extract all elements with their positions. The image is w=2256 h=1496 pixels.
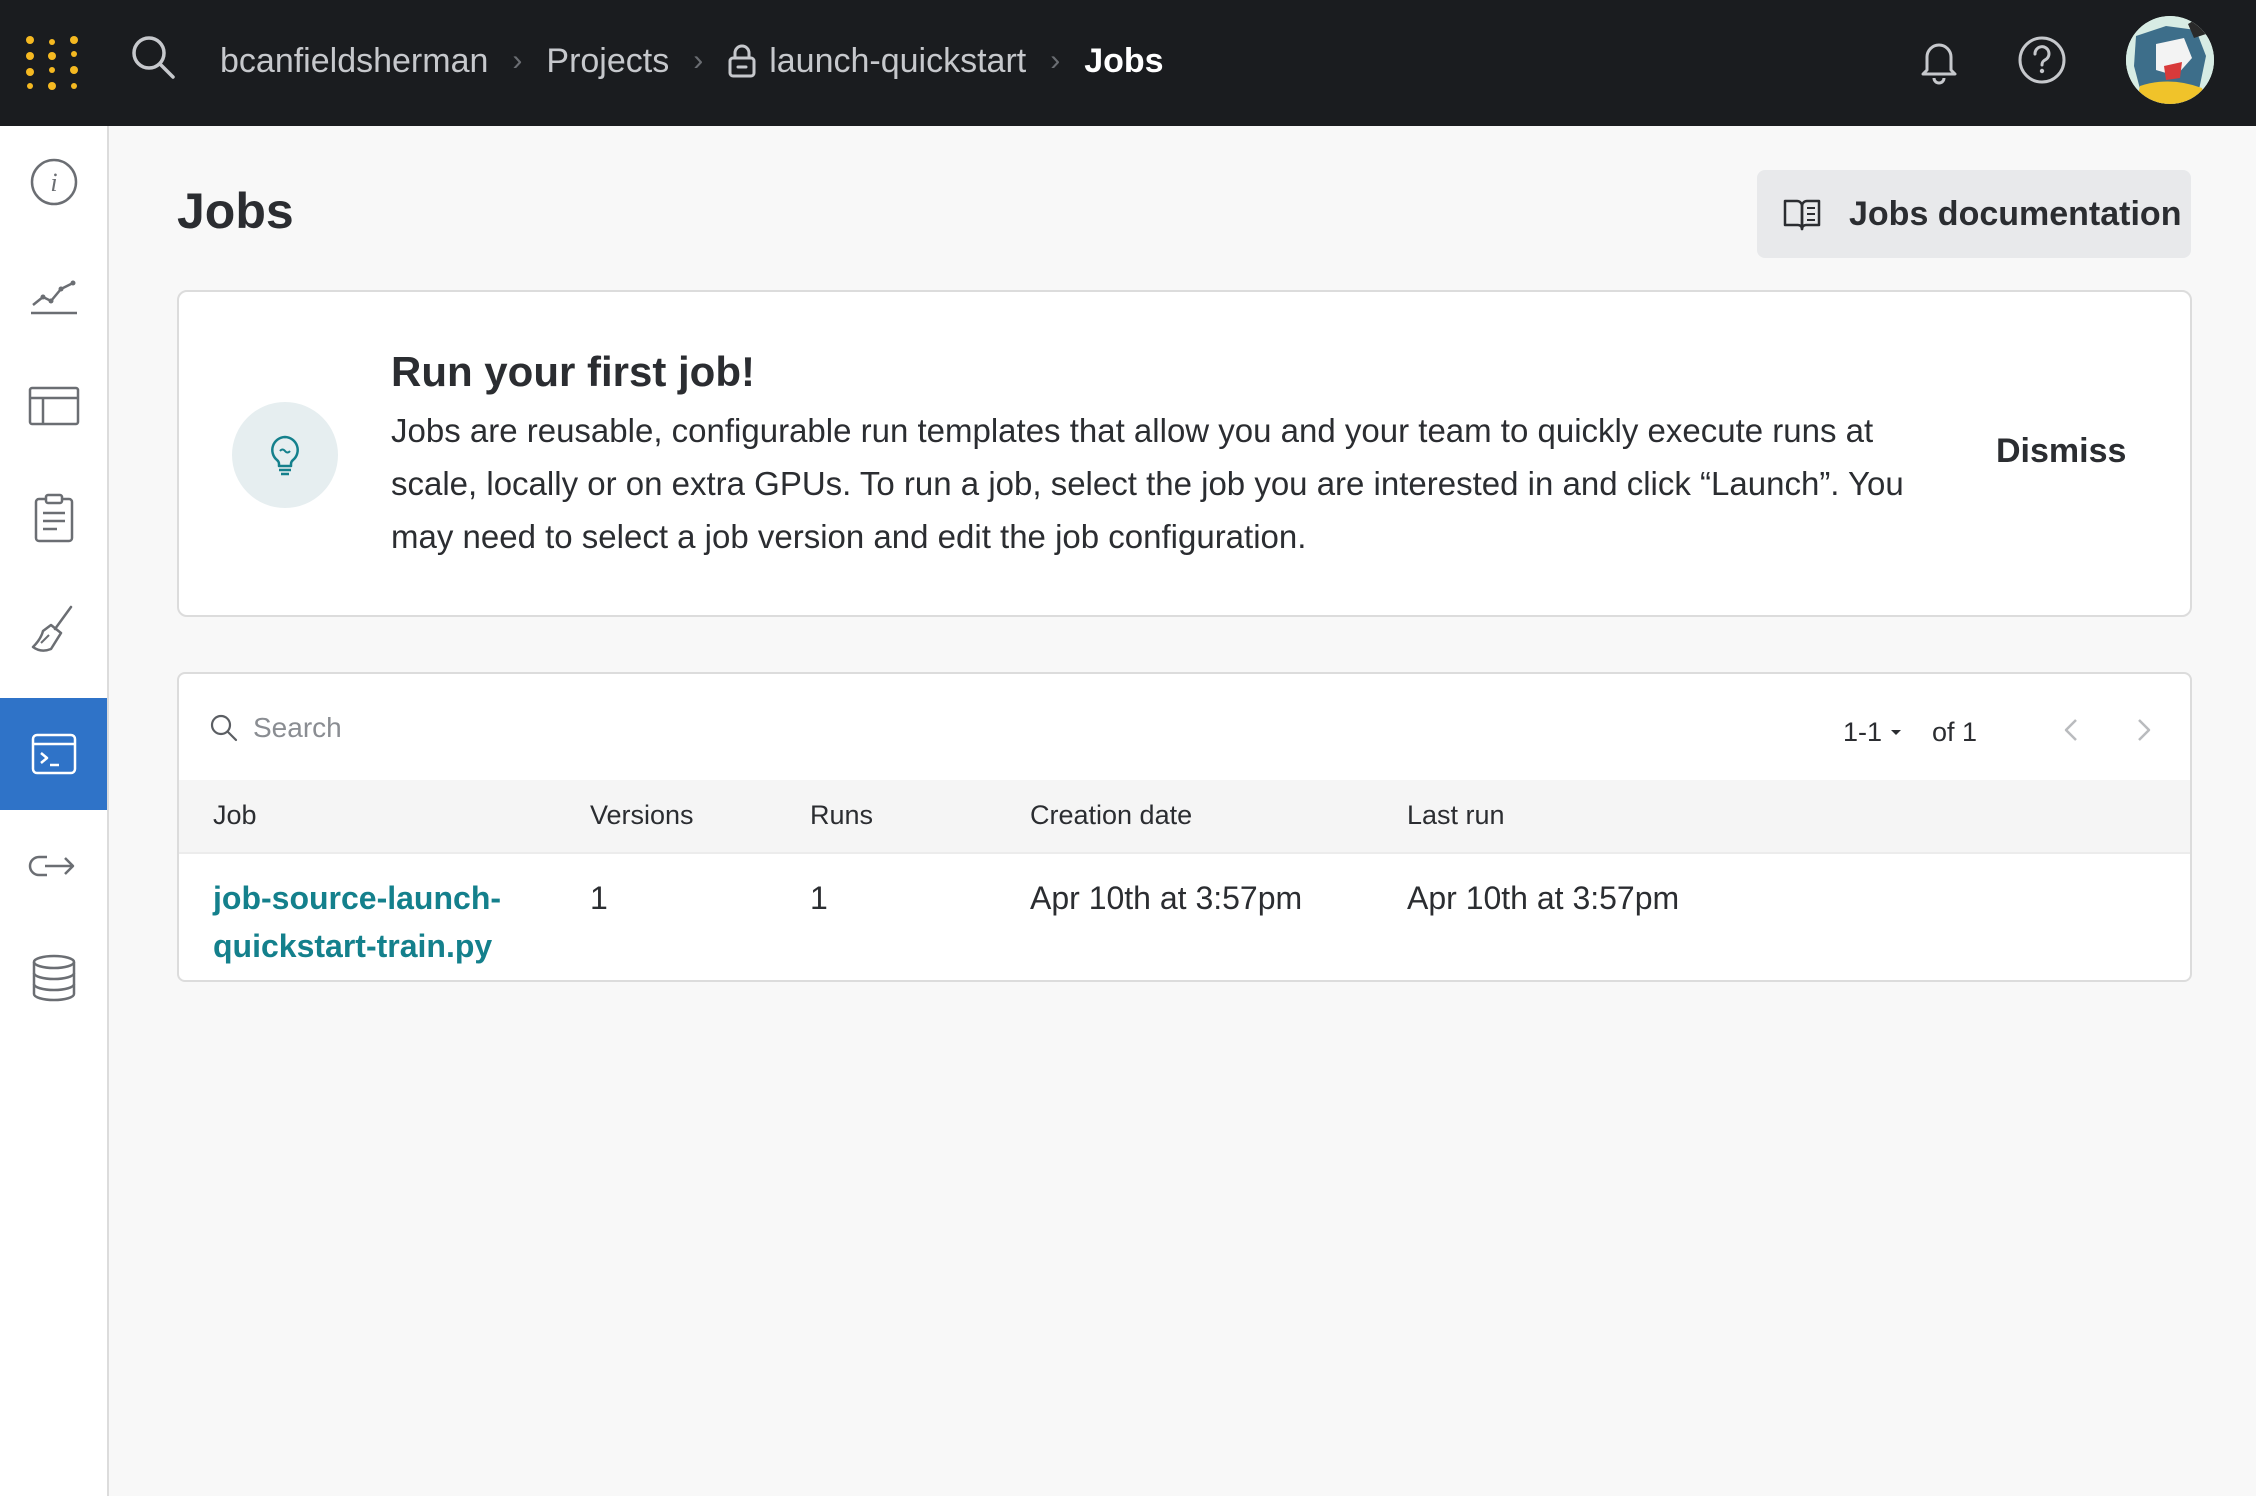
first-job-banner: Run your first job! Jobs are reusable, c… <box>177 290 2192 617</box>
page-total: of 1 <box>1932 716 1978 747</box>
sidebar-item-reports[interactable] <box>0 462 107 574</box>
chevron-right-icon: › <box>1050 44 1061 77</box>
column-header-creation-date[interactable]: Creation date <box>1030 800 1192 831</box>
sidebar-item-jobs[interactable] <box>0 698 107 810</box>
table-icon <box>28 386 79 426</box>
avatar[interactable] <box>2126 16 2214 104</box>
column-header-last-run[interactable]: Last run <box>1407 800 1505 831</box>
job-versions-cell: 1 <box>590 880 608 916</box>
search-input[interactable] <box>253 712 853 744</box>
sidebar-item-workspace[interactable] <box>0 238 107 350</box>
breadcrumb-project[interactable]: launch-quickstart <box>727 42 1026 81</box>
column-header-versions[interactable]: Versions <box>590 800 694 831</box>
sweep-broom-icon <box>31 605 72 652</box>
svg-text:i: i <box>50 168 57 197</box>
search-icon <box>210 714 238 742</box>
wandb-logo-icon[interactable] <box>22 34 82 94</box>
page-title: Jobs <box>177 183 294 239</box>
next-page-chevron-right-icon[interactable] <box>2125 712 2161 748</box>
dismiss-button[interactable]: Dismiss <box>1996 432 2126 471</box>
column-header-runs[interactable]: Runs <box>810 800 873 831</box>
info-icon: i <box>30 158 77 206</box>
job-runs-cell: 1 <box>810 880 828 916</box>
terminal-jobs-icon <box>31 733 76 775</box>
sidebar-item-launch[interactable] <box>0 810 107 922</box>
job-name-link[interactable]: job-source-launch-quickstart-train.py <box>213 874 533 970</box>
search-bar <box>209 712 853 744</box>
search-icon[interactable] <box>128 32 178 82</box>
sidebar-item-runs-table[interactable] <box>0 350 107 462</box>
page-range-label: 1-1 <box>1843 716 1883 747</box>
sidebar-item-sweeps[interactable] <box>0 574 107 686</box>
pagination: 1-1 of 1 <box>1843 710 1977 754</box>
lightbulb-badge <box>232 402 338 508</box>
clipboard-report-icon <box>34 493 73 543</box>
help-icon[interactable] <box>2016 34 2068 86</box>
breadcrumb-projects[interactable]: Projects <box>546 42 669 81</box>
chart-line-icon <box>30 280 77 315</box>
banner-title: Run your first job! <box>391 348 755 395</box>
jobs-documentation-button[interactable]: Jobs documentation <box>1757 170 2191 258</box>
chevron-right-icon: › <box>693 44 704 77</box>
sidebar-item-overview[interactable]: i <box>0 126 107 238</box>
book-icon <box>1783 199 1821 231</box>
banner-description: Jobs are reusable, configurable run temp… <box>391 412 1904 555</box>
bell-icon[interactable] <box>1913 34 1965 86</box>
jobs-table: 1-1 of 1 Job Versions Runs Creation date… <box>177 672 2192 982</box>
column-header-job[interactable]: Job <box>213 800 257 831</box>
database-icon <box>32 954 75 1002</box>
job-last-run-cell: Apr 10th at 3:57pm <box>1407 880 1680 916</box>
breadcrumb: bcanfieldsherman › Projects › launch-qui… <box>220 0 1164 122</box>
breadcrumb-current-page: Jobs <box>1084 41 1164 80</box>
project-sidebar: i <box>0 126 109 1496</box>
launch-arrow-icon <box>28 855 74 877</box>
caret-down-icon <box>1891 730 1902 735</box>
lock-icon <box>728 44 756 78</box>
top-navigation-bar: bcanfieldsherman › Projects › launch-qui… <box>0 0 2256 126</box>
breadcrumb-project-label: launch-quickstart <box>769 41 1027 80</box>
chevron-right-icon: › <box>512 44 523 77</box>
sidebar-item-artifacts[interactable] <box>0 922 107 1034</box>
lightbulb-icon <box>271 435 299 476</box>
job-creation-date-cell: Apr 10th at 3:57pm <box>1030 880 1303 916</box>
breadcrumb-entity[interactable]: bcanfieldsherman <box>220 42 488 81</box>
jobs-documentation-label: Jobs documentation <box>1849 194 2182 233</box>
page-range-dropdown[interactable]: 1-1 <box>1843 717 1904 748</box>
table-header: Job Versions Runs Creation date Last run <box>179 780 2190 854</box>
table-row: job-source-launch-quickstart-train.py 1 … <box>179 856 2190 980</box>
prev-page-chevron-left-icon[interactable] <box>2054 712 2090 748</box>
